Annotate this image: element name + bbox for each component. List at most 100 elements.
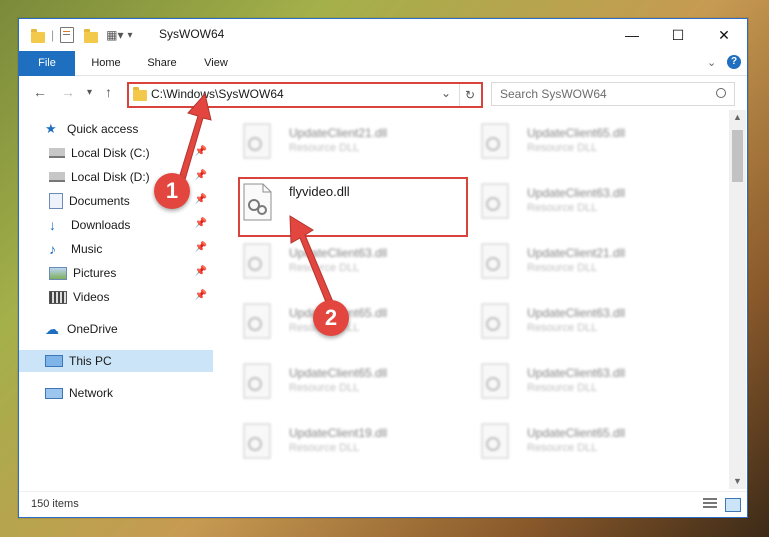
file-item[interactable]: UpdateClient63.dll Resource DLL: [241, 238, 451, 286]
file-name: UpdateClient63.dll: [289, 246, 388, 260]
sidebar-item-label: Network: [69, 386, 114, 400]
details-view-icon[interactable]: [703, 498, 717, 510]
file-name: UpdateClient21.dll: [527, 246, 626, 260]
sidebar-item-label: Local Disk (C:): [71, 146, 150, 160]
folder-icon: [31, 28, 45, 43]
file-type: Resource DLL: [527, 142, 598, 154]
pin-icon[interactable]: 📌: [195, 194, 207, 205]
star-icon: ★: [45, 121, 57, 136]
network-icon: [45, 387, 63, 399]
title-bar: | ▦▾ ▾ SysWOW64 — ☐ ✕: [19, 19, 747, 51]
pin-icon[interactable]: 📌: [195, 170, 207, 181]
dll-file-icon: [241, 122, 275, 162]
sidebar-item-local-disk-c[interactable]: Local Disk (C:) 📌: [19, 142, 213, 164]
sidebar-item-label: This PC: [69, 354, 112, 368]
address-dropdown-icon[interactable]: ⌄: [441, 86, 451, 100]
sidebar-item-label: Documents: [69, 194, 130, 208]
sidebar-item-label: Pictures: [73, 266, 117, 280]
file-item[interactable]: UpdateClient63.dll Resource DLL: [479, 178, 689, 226]
ribbon-expand-icon[interactable]: ⌄: [707, 56, 716, 69]
sidebar-item-pictures[interactable]: Pictures 📌: [19, 262, 213, 284]
search-placeholder: Search SysWOW64: [500, 87, 607, 101]
cloud-icon: ☁: [45, 321, 59, 337]
sidebar-item-videos[interactable]: Videos 📌: [19, 286, 213, 308]
window-title: SysWOW64: [159, 27, 225, 41]
file-name: UpdateClient63.dll: [527, 186, 626, 200]
new-folder-icon[interactable]: [84, 28, 99, 43]
dll-file-icon: [241, 242, 275, 282]
minimize-button[interactable]: —: [609, 19, 655, 51]
file-item[interactable]: UpdateClient21.dll Resource DLL: [241, 118, 451, 166]
help-icon[interactable]: ?: [727, 55, 741, 69]
search-icon[interactable]: [716, 88, 726, 98]
tab-home[interactable]: Home: [81, 51, 131, 75]
file-type: Resource DLL: [289, 382, 360, 394]
close-button[interactable]: ✕: [701, 19, 747, 51]
back-arrow-icon[interactable]: ←: [33, 84, 47, 100]
address-bar[interactable]: C:\Windows\SysWOW64 ⌄ ↻: [127, 82, 483, 108]
scroll-up-icon[interactable]: ▲: [733, 112, 742, 122]
sidebar-item-label: Music: [71, 242, 103, 256]
file-item[interactable]: UpdateClient63.dll Resource DLL: [479, 358, 689, 406]
file-name: UpdateClient65.dll: [527, 126, 626, 140]
pin-icon[interactable]: 📌: [195, 266, 207, 277]
pin-icon[interactable]: 📌: [195, 218, 207, 229]
search-input[interactable]: Search SysWOW64: [491, 82, 735, 106]
file-type: Resource DLL: [527, 442, 598, 454]
dll-file-icon: [241, 302, 275, 342]
pin-icon[interactable]: 📌: [195, 290, 207, 301]
sidebar-item-network[interactable]: Network: [19, 382, 213, 404]
file-item[interactable]: UpdateClient65.dll Resource DLL: [479, 418, 689, 466]
maximize-button[interactable]: ☐: [655, 19, 701, 51]
up-arrow-icon[interactable]: ↑: [105, 84, 112, 100]
file-item[interactable]: UpdateClient21.dll Resource DLL: [479, 238, 689, 286]
sidebar-item-label: Quick access: [67, 122, 139, 136]
folder-icon: [133, 87, 147, 101]
file-item[interactable]: UpdateClient19.dll Resource DLL: [241, 418, 451, 466]
file-type: Resource DLL: [527, 262, 598, 274]
customize-toolbar-icon[interactable]: ▦▾: [106, 28, 123, 42]
pin-icon[interactable]: 📌: [195, 242, 207, 253]
file-type: Resource DLL: [527, 202, 598, 214]
scrollbar-thumb[interactable]: [732, 130, 743, 182]
large-icons-view-icon[interactable]: [725, 498, 741, 512]
step-badge-2: 2: [313, 300, 349, 336]
sidebar-item-label: OneDrive: [67, 322, 118, 336]
vertical-scrollbar[interactable]: ▲ ▼: [729, 110, 746, 489]
file-name: UpdateClient65.dll: [527, 426, 626, 440]
file-item[interactable]: UpdateClient65.dll Resource DLL: [479, 118, 689, 166]
drive-icon: [49, 148, 65, 158]
music-icon: ♪: [49, 241, 56, 257]
refresh-icon[interactable]: ↻: [459, 84, 480, 106]
tab-view[interactable]: View: [193, 51, 239, 75]
sidebar-item-this-pc[interactable]: This PC: [19, 350, 213, 372]
file-type: Resource DLL: [527, 382, 598, 394]
file-name: UpdateClient21.dll: [289, 126, 388, 140]
sidebar-item-label: Downloads: [71, 218, 131, 232]
ribbon-tabs: File Home Share View ⌄ ?: [19, 51, 747, 99]
dll-file-icon: [479, 362, 513, 402]
address-path: C:\Windows\SysWOW64: [151, 87, 284, 101]
tab-share[interactable]: Share: [139, 51, 185, 75]
dll-file-icon: [479, 182, 513, 222]
properties-icon[interactable]: [60, 27, 75, 43]
file-type: Resource DLL: [527, 322, 598, 334]
scroll-down-icon[interactable]: ▼: [733, 476, 742, 486]
recent-locations-icon[interactable]: ▾: [87, 87, 92, 98]
sidebar-item-music[interactable]: ♪ Music 📌: [19, 238, 213, 260]
sidebar-item-downloads[interactable]: ↓ Downloads 📌: [19, 214, 213, 236]
file-item[interactable]: UpdateClient63.dll Resource DLL: [479, 298, 689, 346]
pin-icon[interactable]: 📌: [195, 146, 207, 157]
file-list: UpdateClient21.dll Resource DLL UpdateCl…: [229, 110, 729, 489]
computer-icon: [45, 355, 63, 367]
sidebar-item-onedrive[interactable]: ☁ OneDrive: [19, 318, 213, 340]
toolbar-dropdown-icon[interactable]: ▾: [128, 30, 133, 41]
download-icon: ↓: [49, 217, 56, 233]
dll-file-icon: [479, 122, 513, 162]
file-item[interactable]: UpdateClient65.dll Resource DLL: [241, 358, 451, 406]
dll-file-icon: [479, 302, 513, 342]
sidebar-item-quick-access[interactable]: ★ Quick access: [19, 118, 213, 140]
dll-file-icon: [479, 422, 513, 462]
videos-icon: [49, 290, 67, 304]
forward-arrow-icon[interactable]: →: [61, 84, 75, 100]
